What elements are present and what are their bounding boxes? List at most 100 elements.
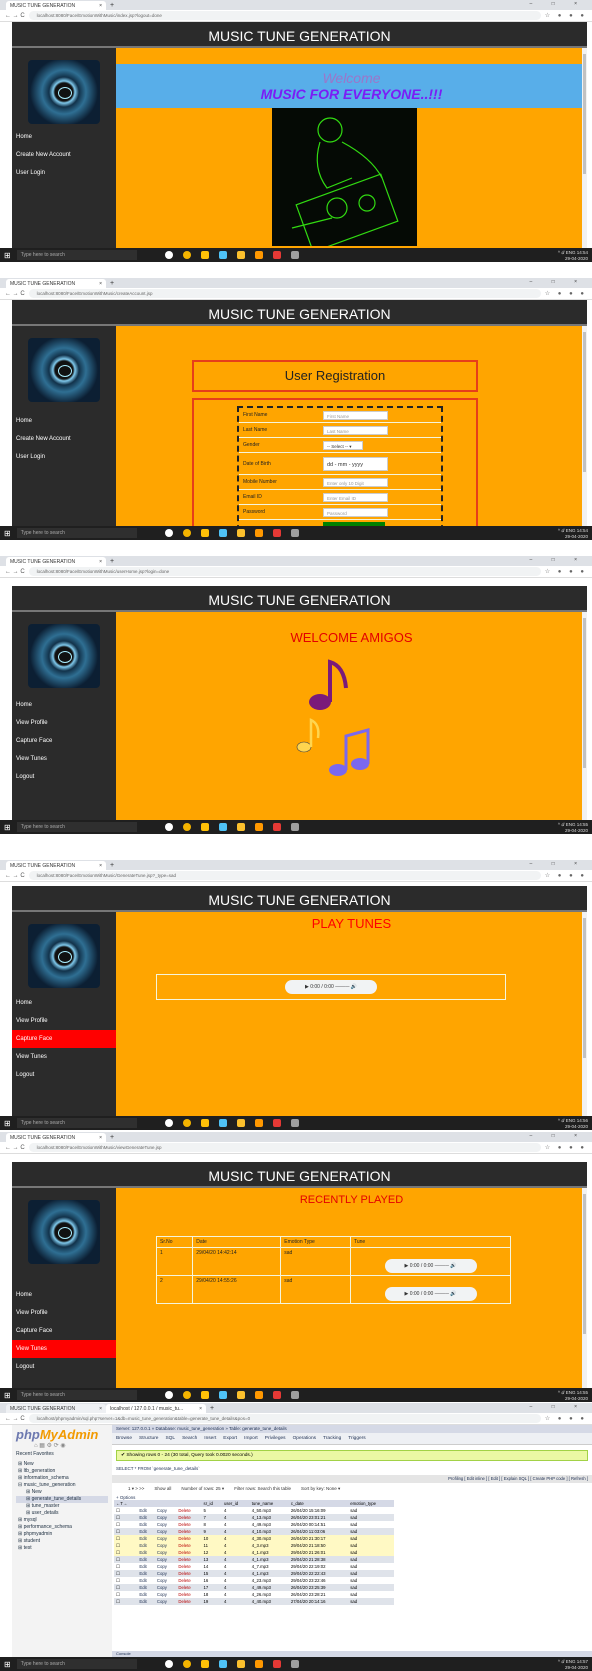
scrollbar[interactable] <box>582 912 587 1116</box>
row-checkbox[interactable]: ☐ <box>114 1507 138 1514</box>
close-icon[interactable]: × <box>99 1135 102 1141</box>
sidebar-item-create-account[interactable]: Create New Account <box>12 146 116 164</box>
chrome-icon[interactable] <box>182 1391 191 1399</box>
tree-item[interactable]: ⊞ New <box>16 1461 108 1468</box>
delete-link[interactable]: Delete <box>176 1507 202 1514</box>
tab-browse[interactable]: Browse <box>116 1433 132 1444</box>
windows-start-icon[interactable]: ⊞ <box>4 529 11 538</box>
file-explorer-icon[interactable] <box>200 1660 209 1668</box>
app-icon[interactable] <box>272 1660 281 1668</box>
new-tab-icon[interactable]: + <box>206 1404 218 1413</box>
close-icon[interactable]: × <box>99 3 102 9</box>
audio-player[interactable]: ▶ 0:00 / 0:00 ──── 🔊 <box>384 1259 477 1273</box>
row-checkbox[interactable]: ☐ <box>114 1556 138 1563</box>
copy-link[interactable]: Copy <box>154 1570 177 1577</box>
browser-tab[interactable]: MUSIC TUNE GENERATION × <box>6 279 106 288</box>
app-icon[interactable] <box>290 529 299 537</box>
app-icon[interactable] <box>218 1119 227 1127</box>
window-controls[interactable]: – □ × <box>530 1133 587 1139</box>
tab-operations[interactable]: Operations <box>293 1433 316 1444</box>
tree-item[interactable]: ⊞ New <box>16 1489 108 1496</box>
cortana-icon[interactable] <box>164 1660 173 1668</box>
window-controls[interactable]: – □ × <box>530 279 587 285</box>
filter-rows-input[interactable]: Filter rows: Search this table <box>234 1483 291 1495</box>
edit-link[interactable]: Edit <box>137 1563 155 1570</box>
pma-toolbar-icons[interactable]: ⌂ ▦ ⚙ ⟳ ◉ <box>34 1442 108 1449</box>
delete-link[interactable]: Delete <box>176 1535 202 1542</box>
tree-item[interactable]: ⊞ phpmyadmin <box>16 1531 108 1538</box>
browser-tab[interactable]: MUSIC TUNE GENERATION × <box>6 557 106 566</box>
delete-link[interactable]: Delete <box>176 1577 202 1584</box>
app-icon[interactable] <box>254 823 263 831</box>
sidebar-item-capture-face[interactable]: Capture Face <box>12 1030 116 1048</box>
edit-link[interactable]: Edit <box>137 1570 155 1577</box>
app-icon[interactable] <box>272 529 281 537</box>
close-icon[interactable]: × <box>99 1406 102 1412</box>
delete-link[interactable]: Delete <box>176 1591 202 1598</box>
nav-buttons[interactable]: ← → C <box>5 291 25 297</box>
delete-link[interactable]: Delete <box>176 1598 202 1605</box>
browser-extension-icons[interactable]: ☆ ● ● ● <box>545 872 587 879</box>
delete-link[interactable]: Delete <box>176 1542 202 1549</box>
sidebar-item-view-tunes[interactable]: View Tunes <box>12 1048 116 1066</box>
edit-link[interactable]: Edit <box>137 1556 155 1563</box>
windows-start-icon[interactable]: ⊞ <box>4 1119 11 1128</box>
tab-privileges[interactable]: Privileges <box>265 1433 286 1444</box>
audio-player[interactable]: ▶ 0:00 / 0:00 ──── 🔊 <box>384 1287 477 1301</box>
app-icon[interactable] <box>254 1660 263 1668</box>
column-header[interactable]: tune_name <box>249 1500 289 1507</box>
browser-extension-icons[interactable]: ☆ ● ● ● <box>545 290 587 297</box>
rows-per-page-select[interactable]: Number of rows: 25 ▾ <box>181 1483 224 1495</box>
windows-start-icon[interactable]: ⊞ <box>4 1660 11 1669</box>
app-icon[interactable] <box>272 823 281 831</box>
column-header[interactable]: ←T→ <box>114 1500 138 1507</box>
delete-link[interactable]: Delete <box>176 1584 202 1591</box>
edit-link[interactable]: Edit <box>137 1521 155 1528</box>
copy-link[interactable]: Copy <box>154 1535 177 1542</box>
app-icon[interactable] <box>236 529 245 537</box>
sidebar-item-logout[interactable]: Logout <box>12 1358 116 1376</box>
scrollbar[interactable] <box>582 1188 587 1388</box>
tree-item[interactable]: ⊞ user_details <box>16 1510 108 1517</box>
edit-link[interactable]: Edit <box>137 1591 155 1598</box>
tray-icons[interactable]: ^ ⅆ ENG <box>558 822 576 827</box>
sidebar-item-view-profile[interactable]: View Profile <box>12 714 116 732</box>
sidebar-item-home[interactable]: Home <box>12 1286 116 1304</box>
chrome-icon[interactable] <box>182 1119 191 1127</box>
copy-link[interactable]: Copy <box>154 1521 177 1528</box>
chrome-icon[interactable] <box>182 823 191 831</box>
browser-tab[interactable]: MUSIC TUNE GENERATION × <box>6 1133 106 1142</box>
taskbar-search[interactable]: Type here to search <box>16 528 137 538</box>
tree-item[interactable]: ⊞ student <box>16 1538 108 1545</box>
tab-import[interactable]: Import <box>244 1433 258 1444</box>
new-tab-icon[interactable]: + <box>106 1 118 10</box>
copy-link[interactable]: Copy <box>154 1577 177 1584</box>
new-tab-icon[interactable]: + <box>106 1133 118 1142</box>
window-controls[interactable]: – □ × <box>530 861 587 867</box>
app-icon[interactable] <box>236 251 245 259</box>
close-icon[interactable]: × <box>99 863 102 869</box>
app-icon[interactable] <box>272 1119 281 1127</box>
scrollbar[interactable] <box>582 326 587 526</box>
app-icon[interactable] <box>254 1391 263 1399</box>
row-checkbox[interactable]: ☐ <box>114 1514 138 1521</box>
app-icon[interactable] <box>254 529 263 537</box>
new-tab-icon[interactable]: + <box>106 557 118 566</box>
nav-buttons[interactable]: ← → C <box>5 569 25 575</box>
row-checkbox[interactable]: ☐ <box>114 1570 138 1577</box>
app-icon[interactable] <box>236 823 245 831</box>
chrome-icon[interactable] <box>182 529 191 537</box>
tab-sql[interactable]: SQL <box>165 1433 175 1444</box>
cortana-icon[interactable] <box>164 823 173 831</box>
taskbar-search[interactable]: Type here to search <box>16 1390 137 1400</box>
app-icon[interactable] <box>272 1391 281 1399</box>
tray-icons[interactable]: ^ ⅆ ENG <box>558 1118 576 1123</box>
window-controls[interactable]: – □ × <box>530 1404 587 1410</box>
app-icon[interactable] <box>254 251 263 259</box>
taskbar-search[interactable]: Type here to search <box>16 822 137 832</box>
cortana-icon[interactable] <box>164 1391 173 1399</box>
sidebar-item-home[interactable]: Home <box>12 696 116 714</box>
file-explorer-icon[interactable] <box>200 251 209 259</box>
nav-buttons[interactable]: ← → C <box>5 873 25 879</box>
tray-icons[interactable]: ^ ⅆ ENG <box>558 250 576 255</box>
